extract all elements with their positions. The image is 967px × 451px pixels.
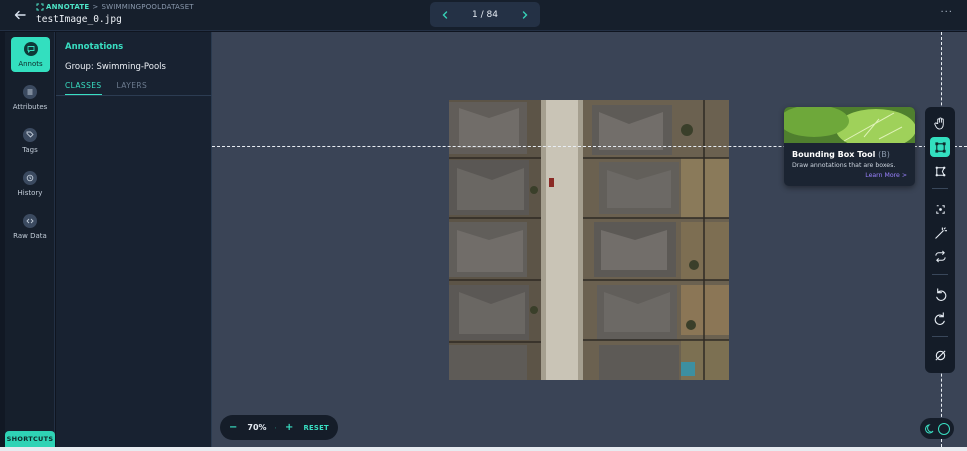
code-icon — [23, 214, 37, 228]
leaf-illustration — [784, 107, 915, 149]
rail-item-tags[interactable]: Tags — [5, 128, 55, 154]
smart-select-icon[interactable] — [930, 199, 950, 219]
panel-tabs: CLASSES LAYERS — [65, 81, 147, 95]
breadcrumb: ANNOTATE > SWIMMINGPOOLDATASET — [36, 3, 194, 11]
tooltip-title: Bounding Box Tool (B) — [792, 150, 890, 159]
rail-item-label: Attributes — [12, 103, 48, 111]
tool-tooltip: Bounding Box Tool (B) Draw annotations t… — [784, 107, 915, 186]
reset-zoom-button[interactable]: RESET — [303, 424, 329, 432]
annotate-icon — [36, 3, 44, 11]
theme-toggle[interactable] — [920, 418, 954, 439]
tag-icon — [23, 128, 37, 142]
bottom-strip — [0, 447, 967, 451]
lock-icon[interactable] — [274, 423, 277, 433]
null-icon[interactable] — [930, 345, 950, 365]
panel-divider — [56, 95, 212, 96]
file-name: testImage_0.jpg — [36, 14, 122, 25]
repeat-icon[interactable] — [930, 246, 950, 266]
breadcrumb-separator: > — [92, 3, 99, 11]
rail-item-label: Raw Data — [13, 232, 47, 240]
tool-palette — [925, 107, 955, 373]
comment-icon — [23, 42, 38, 56]
rail-item-label: Tags — [22, 146, 38, 154]
rail-item-label: Annots — [18, 60, 43, 68]
breadcrumb-annotate[interactable]: ANNOTATE — [36, 3, 89, 11]
toolbar-separator — [932, 274, 948, 275]
learn-more-link[interactable]: Learn More > — [865, 172, 907, 179]
shortcuts-button[interactable]: SHORTCUTS — [5, 431, 55, 447]
toolbar-separator — [932, 188, 948, 189]
tab-layers[interactable]: LAYERS — [117, 81, 148, 95]
toggle-knob — [937, 422, 950, 435]
zoom-out-button[interactable]: − — [229, 422, 237, 433]
annotation-app: ANNOTATE > SWIMMINGPOOLDATASET testImage… — [0, 0, 967, 451]
hand-icon[interactable] — [930, 113, 950, 133]
aerial-image[interactable] — [449, 100, 729, 380]
chevron-left-icon[interactable] — [440, 10, 450, 20]
pager-count: 1 / 84 — [472, 9, 498, 20]
toolbar-separator — [932, 336, 948, 337]
bounding-box-icon[interactable] — [930, 137, 950, 157]
left-rail: Annots Attributes Tags History Raw Data — [5, 32, 55, 451]
magic-wand-icon[interactable] — [930, 223, 950, 243]
more-options-button[interactable]: ··· — [940, 7, 953, 18]
top-bar: ANNOTATE > SWIMMINGPOOLDATASET testImage… — [0, 0, 967, 31]
polygon-icon[interactable] — [930, 161, 950, 181]
history-icon — [23, 171, 37, 185]
rail-item-raw-data[interactable]: Raw Data — [5, 214, 55, 240]
tooltip-description: Draw annotations that are boxes. — [792, 162, 896, 169]
back-arrow-icon[interactable] — [13, 8, 27, 22]
list-icon — [23, 85, 37, 99]
zoom-controls: − 70% + RESET — [220, 415, 338, 440]
undo-icon[interactable] — [930, 284, 950, 304]
tooltip-shortcut: (B) — [878, 150, 890, 159]
rail-item-history[interactable]: History — [5, 171, 55, 197]
tab-classes[interactable]: CLASSES — [65, 81, 102, 95]
rail-item-attributes[interactable]: Attributes — [5, 85, 55, 111]
group-label: Group: Swimming-Pools — [65, 62, 166, 72]
tooltip-title-text: Bounding Box Tool — [792, 150, 876, 159]
redo-icon[interactable] — [930, 308, 950, 328]
image-pager: 1 / 84 — [430, 2, 540, 27]
breadcrumb-annotate-label: ANNOTATE — [46, 3, 90, 11]
annotations-panel: Annotations Group: Swimming-Pools CLASSE… — [56, 32, 212, 451]
zoom-level: 70% — [247, 423, 267, 432]
rail-item-annots[interactable]: Annots — [11, 37, 50, 72]
rail-item-label: History — [17, 189, 43, 197]
breadcrumb-dataset[interactable]: SWIMMINGPOOLDATASET — [101, 3, 193, 11]
panel-title: Annotations — [65, 42, 124, 52]
zoom-in-button[interactable]: + — [285, 422, 293, 433]
chevron-right-icon[interactable] — [520, 10, 530, 20]
moon-icon — [924, 423, 933, 433]
